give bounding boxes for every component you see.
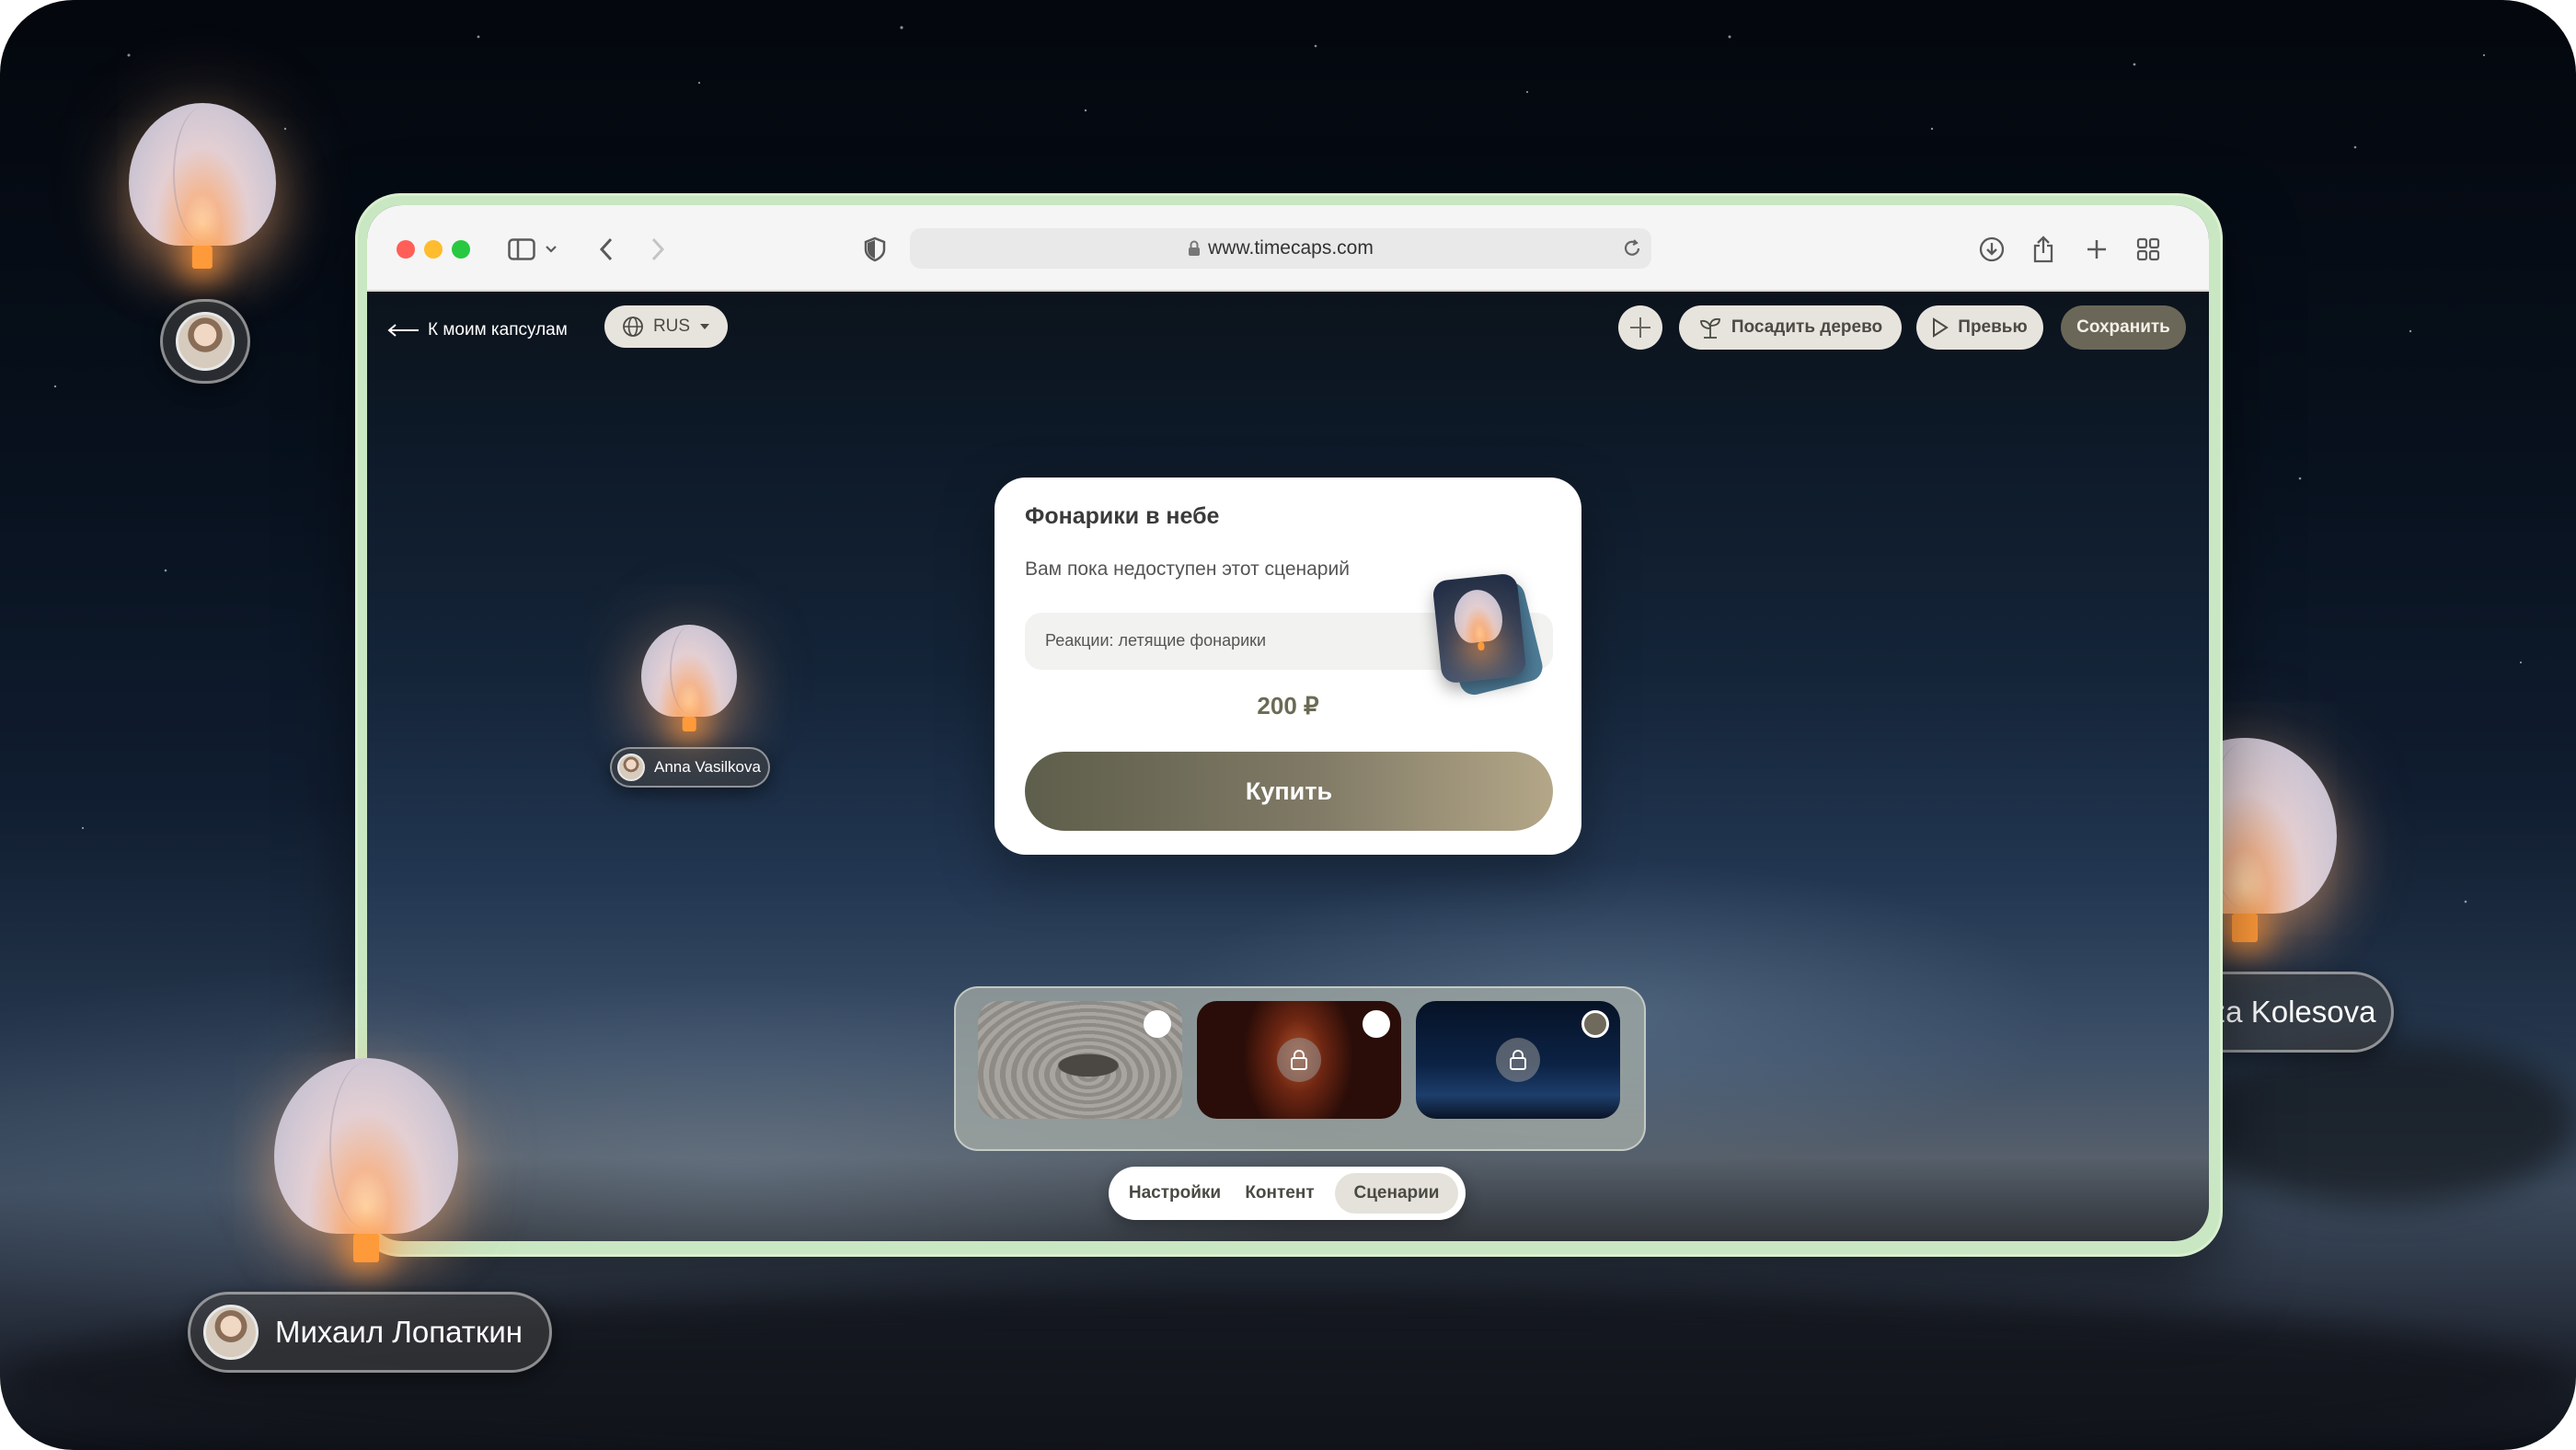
avatar (203, 1305, 259, 1360)
user-chip-inner[interactable]: Anna Vasilkova (610, 747, 770, 788)
lantern-top-left (129, 103, 276, 269)
url-text: www.timecaps.com (1208, 237, 1374, 259)
scenario-radio[interactable] (1581, 1010, 1609, 1038)
save-label: Сохранить (2076, 317, 2170, 337)
user-name: Михаил Лопаткин (275, 1315, 523, 1349)
plus-icon (1630, 317, 1650, 338)
browser-window: www.timecaps.com К моим капсулам RUS Пос… (358, 196, 2220, 1254)
plant-tree-label: Посадить дерево (1731, 317, 1883, 337)
back-to-capsules-link[interactable]: К моим капсулам (387, 310, 568, 351)
lantern-bottom-left (274, 1058, 458, 1262)
scenario-radio-selected[interactable] (1144, 1010, 1171, 1038)
save-button[interactable]: Сохранить (2061, 305, 2186, 350)
avatar (176, 312, 235, 371)
scenario-selector (954, 986, 1646, 1151)
lantern-thumbnail (1451, 587, 1506, 653)
scenario-lock (1277, 1038, 1321, 1082)
plant-tree-button[interactable]: Посадить дерево (1679, 305, 1902, 350)
privacy-shield-icon[interactable] (857, 231, 893, 268)
download-icon[interactable] (1973, 231, 2010, 268)
scenario-night-sky[interactable] (1416, 1001, 1620, 1119)
tab-settings[interactable]: Настройки (1118, 1173, 1232, 1214)
scenario-radio-selected[interactable] (1363, 1010, 1390, 1038)
reload-icon[interactable] (1622, 238, 1642, 259)
scenario-candle-hall[interactable] (1197, 1001, 1401, 1119)
user-chip-bottom-left[interactable]: Михаил Лопаткин (188, 1292, 552, 1373)
arrow-left-icon (387, 324, 419, 337)
globe-icon (623, 316, 643, 337)
sidebar-toggle-icon[interactable] (503, 231, 540, 268)
preview-label: Превью (1958, 317, 2028, 337)
new-tab-plus-icon[interactable] (2078, 231, 2115, 268)
browser-content: www.timecaps.com К моим капсулам RUS Пос… (367, 205, 2209, 1241)
play-icon (1933, 317, 1949, 338)
close-window-button[interactable] (397, 240, 415, 259)
avatar (617, 754, 645, 781)
minimize-window-button[interactable] (424, 240, 443, 259)
browser-toolbar: www.timecaps.com (367, 205, 2209, 292)
price: 200 ₽ (1257, 692, 1319, 719)
lock-icon (1510, 1050, 1526, 1070)
preview-button[interactable]: Превью (1916, 305, 2043, 350)
chevron-down-icon[interactable] (540, 231, 562, 268)
lock-icon (1189, 240, 1201, 256)
language-value: RUS (652, 316, 691, 336)
user-chip-top-left[interactable] (160, 299, 250, 384)
card-subtitle: Вам пока недоступен этот сценарий (1025, 558, 1350, 580)
maximize-window-button[interactable] (452, 240, 470, 259)
tab-scenarios[interactable]: Сценарии (1335, 1173, 1458, 1214)
scenario-purchase-card: Фонарики в небе Вам пока недоступен этот… (995, 478, 1581, 855)
clouds-right (2190, 1040, 2576, 1205)
share-icon[interactable] (2025, 231, 2062, 268)
add-button[interactable] (1618, 305, 1662, 350)
user-name: Anna Vasilkova (654, 758, 761, 776)
reaction-text: Реакции: летящие фонарики (1045, 631, 1267, 650)
caret-down-icon (700, 324, 710, 329)
address-bar[interactable]: www.timecaps.com (910, 228, 1651, 269)
tab-content[interactable]: Контент (1232, 1173, 1328, 1214)
back-label: К моим капсулам (428, 320, 568, 339)
scenario-thumbnail (1432, 572, 1527, 685)
language-select[interactable]: RUS (604, 305, 728, 348)
back-arrow-icon[interactable] (588, 231, 625, 268)
lantern-inner (641, 625, 737, 731)
sprout-icon (1699, 317, 1720, 339)
forward-arrow-icon[interactable] (639, 231, 676, 268)
lock-icon (1291, 1050, 1307, 1070)
scenario-lock (1496, 1038, 1540, 1082)
card-title: Фонарики в небе (1025, 503, 1220, 529)
editor-tabs: Настройки Контент Сценарии (1109, 1167, 1466, 1220)
tab-overview-icon[interactable] (2130, 231, 2167, 268)
buy-button[interactable]: Купить (1025, 752, 1553, 831)
scenario-zen-stone[interactable] (978, 1001, 1182, 1119)
